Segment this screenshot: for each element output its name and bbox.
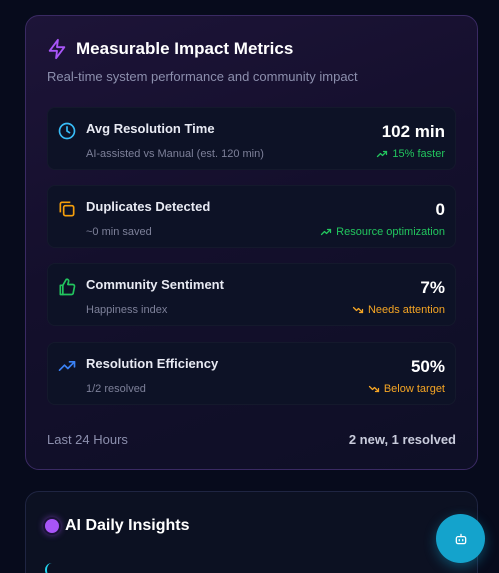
status-dot-icon: [45, 519, 59, 533]
trend-down-icon: [352, 306, 364, 314]
impact-metrics-header: Measurable Impact Metrics: [46, 38, 293, 60]
metric-trend-label: Resource optimization: [336, 226, 445, 238]
impact-metrics-subtitle: Real-time system performance and communi…: [47, 69, 358, 84]
activity-summary: 2 new, 1 resolved: [348, 432, 456, 447]
metric-description: ~0 min saved: [86, 226, 152, 238]
metric-resolution-efficiency: Resolution Efficiency 1/2 resolved 50% B…: [47, 342, 456, 405]
metric-duplicates-detected: Duplicates Detected ~0 min saved 0 Resou…: [47, 185, 456, 248]
metric-community-sentiment: Community Sentiment Happiness index 7% N…: [47, 263, 456, 326]
trend-up-icon: [321, 228, 332, 236]
metric-title: Community Sentiment: [86, 277, 224, 292]
zap-icon: [48, 38, 66, 60]
trending-up-icon: [58, 361, 76, 371]
trend-down-icon: [368, 385, 379, 393]
metric-trend-label: Needs attention: [367, 304, 445, 316]
metric-trend: Needs attention: [352, 304, 445, 316]
thumbs-up-icon: [59, 278, 76, 296]
ai-daily-insights-card: AI Daily Insights: [25, 491, 478, 573]
metric-trend-label: Below target: [383, 383, 445, 395]
metric-trend: Resource optimization: [320, 226, 445, 238]
metric-title: Avg Resolution Time: [86, 121, 215, 136]
ai-daily-insights-title: AI Daily Insights: [65, 517, 190, 534]
copy-icon: [59, 201, 75, 217]
bot-icon: [455, 533, 466, 544]
impact-metrics-card: Measurable Impact Metrics Real-time syst…: [25, 15, 478, 470]
loading-spinner-icon: [45, 563, 59, 573]
metric-trend: 15% faster: [376, 148, 445, 160]
metric-value: 0: [435, 200, 445, 219]
metric-trend-label: 15% faster: [392, 148, 445, 160]
time-range-label: Last 24 Hours: [47, 432, 128, 447]
metric-trend: Below target: [368, 383, 445, 395]
chatbot-button[interactable]: [436, 514, 485, 563]
metric-value: 7%: [420, 278, 445, 297]
metric-value: 102 min: [381, 122, 445, 141]
metric-value: 50%: [410, 357, 445, 376]
clock-icon: [58, 122, 76, 140]
metric-description: AI-assisted vs Manual (est. 120 min): [86, 148, 264, 160]
metric-description: Happiness index: [86, 304, 168, 316]
impact-metrics-title: Measurable Impact Metrics: [76, 39, 294, 58]
metric-description: 1/2 resolved: [86, 383, 146, 395]
trend-up-icon: [377, 150, 388, 158]
metric-title: Duplicates Detected: [86, 199, 211, 214]
metric-title: Resolution Efficiency: [86, 356, 219, 371]
metric-avg-resolution-time: Avg Resolution Time AI-assisted vs Manua…: [47, 107, 456, 170]
